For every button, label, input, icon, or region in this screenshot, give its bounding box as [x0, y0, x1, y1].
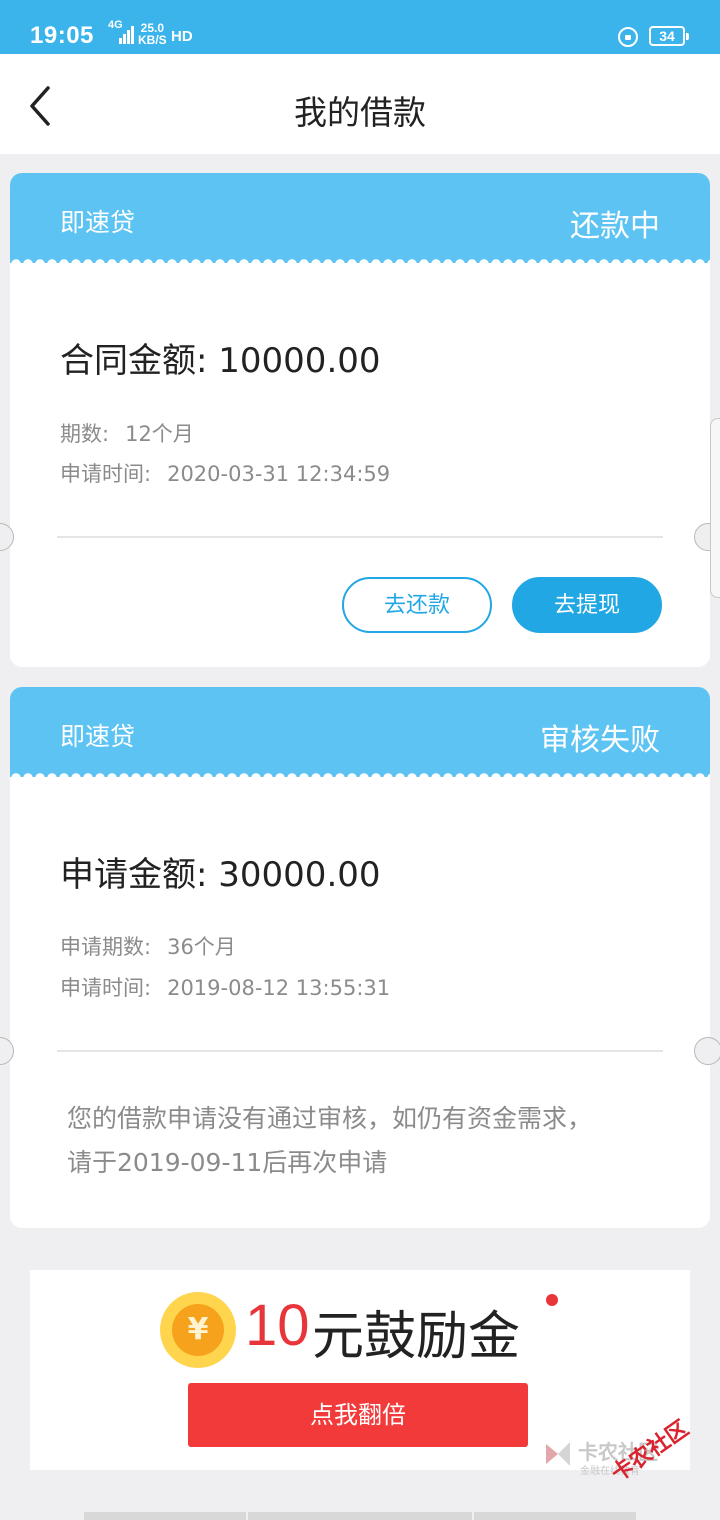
time-value: 2019-08-12 13:55:31 — [167, 976, 391, 1000]
contract-amount: 合同金额: 10000.00 — [60, 333, 381, 382]
reject-message: 您的借款申请没有通过审核，如仍有资金需求， 请于2019-09-11后再次申请 — [67, 1097, 667, 1185]
page-title: 我的借款 — [294, 93, 426, 132]
reject-message-line1: 您的借款申请没有通过审核，如仍有资金需求， — [67, 1104, 593, 1133]
repay-button[interactable]: 去还款 — [342, 577, 492, 633]
hd-icon: HD — [171, 28, 193, 45]
yuan-symbol: ¥ — [172, 1304, 224, 1356]
divider — [57, 536, 663, 538]
time-label: 申请时间: — [60, 462, 152, 486]
status-bar: 19:05 4G 25.0 KB/S HD 34 — [0, 0, 720, 54]
loan-status: 审核失败 — [540, 723, 660, 758]
apply-time-row: 申请时间: 2020-03-31 12:34:59 — [60, 458, 390, 488]
term-row: 申请期数: 36个月 — [60, 931, 236, 961]
card-actions: 去还款 去提现 — [342, 577, 672, 633]
bottom-tab-edge — [474, 1512, 636, 1520]
status-time: 19:05 — [30, 22, 94, 49]
loan-card: 即速贷 审核失败 申请金额: 30000.00 申请期数: 36个月 申请时间: 2… — [10, 687, 710, 1228]
time-label: 申请时间: — [60, 976, 152, 1000]
red-dot-badge — [546, 1294, 558, 1306]
network-speed: 25.0 KB/S — [138, 22, 167, 46]
signal-icon — [119, 26, 134, 44]
term-label: 期数: — [60, 422, 110, 446]
bottom-tab-edge — [248, 1512, 472, 1520]
speed-unit: KB/S — [138, 33, 167, 47]
apply-amount: 申请金额: 30000.00 — [60, 847, 381, 896]
term-row: 期数: 12个月 — [60, 418, 194, 448]
kanong-logo-icon — [546, 1442, 570, 1466]
time-value: 2020-03-31 12:34:59 — [167, 462, 391, 486]
card-header: 即速贷 审核失败 — [10, 687, 710, 778]
double-reward-button[interactable]: 点我翻倍 — [188, 1383, 528, 1447]
promo-text: 元鼓励金 — [312, 1307, 521, 1367]
term-value: 12个月 — [125, 422, 194, 446]
loan-status: 还款中 — [570, 209, 660, 244]
amount-value: 10000.00 — [218, 341, 381, 381]
withdraw-button[interactable]: 去提现 — [512, 577, 662, 633]
nav-bar: 我的借款 — [0, 54, 720, 154]
rotation-lock-icon — [618, 27, 638, 47]
battery-icon: 34 — [649, 26, 689, 46]
watermark: 卡农社区 金融在线教育 卡农社区 — [538, 1416, 718, 1510]
divider — [57, 1050, 663, 1052]
term-value: 36个月 — [167, 935, 236, 959]
term-label: 申请期数: — [60, 935, 152, 959]
bottom-tab-edge — [84, 1512, 246, 1520]
card-notch-right — [694, 1037, 720, 1065]
card-header: 即速贷 还款中 — [10, 173, 710, 264]
amount-value: 30000.00 — [218, 855, 381, 895]
promo-amount: 10 — [245, 1293, 310, 1358]
apply-time-row: 申请时间: 2019-08-12 13:55:31 — [60, 972, 390, 1002]
product-name: 即速贷 — [60, 722, 136, 751]
reject-message-line2: 请于2019-09-11后再次申请 — [67, 1148, 388, 1177]
side-scroll-handle[interactable] — [710, 418, 720, 598]
amount-label: 申请金额: — [60, 855, 208, 895]
product-name: 即速贷 — [60, 208, 136, 237]
coin-icon: ¥ — [160, 1292, 236, 1368]
amount-label: 合同金额: — [60, 341, 208, 381]
loan-card: 即速贷 还款中 合同金额: 10000.00 期数: 12个月 申请时间: 2020… — [10, 173, 710, 667]
